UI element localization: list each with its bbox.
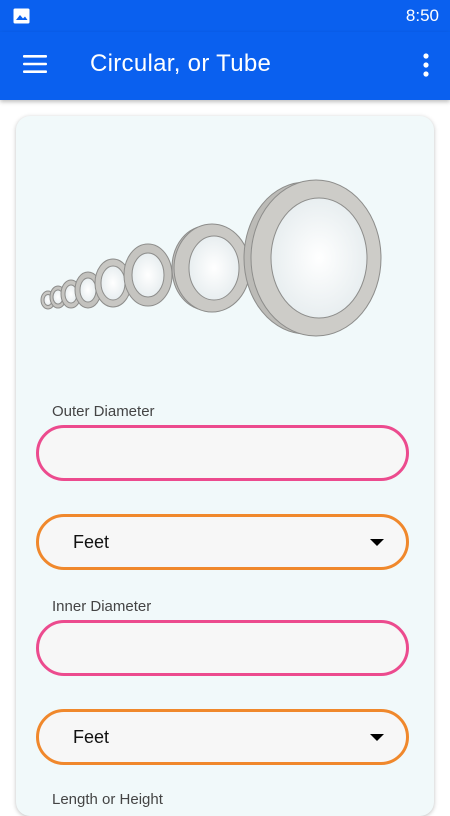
outer-diameter-unit-value: Feet	[73, 532, 110, 552]
dropdown-arrow-icon	[370, 539, 384, 546]
inner-diameter-unit-value: Feet	[73, 727, 110, 747]
more-vert-icon[interactable]	[422, 52, 430, 78]
inner-diameter-label: Inner Diameter	[52, 598, 152, 615]
status-bar: 8:50	[0, 0, 450, 32]
outer-diameter-input[interactable]	[39, 428, 406, 478]
inner-diameter-field[interactable]	[36, 620, 409, 676]
inner-diameter-unit-select[interactable]: Feet	[36, 709, 409, 765]
outer-diameter-field[interactable]	[36, 425, 409, 481]
menu-icon[interactable]	[23, 54, 47, 74]
concrete-pipes-image	[40, 179, 382, 337]
outer-diameter-unit-select[interactable]: Feet	[36, 514, 409, 570]
inner-diameter-input[interactable]	[39, 623, 406, 673]
image-icon	[13, 8, 30, 24]
app-bar: Circular, or Tube	[0, 32, 450, 100]
outer-diameter-label: Outer Diameter	[52, 403, 155, 420]
page-title: Circular, or Tube	[90, 50, 272, 77]
status-time: 8:50	[405, 6, 439, 25]
dropdown-arrow-icon	[370, 734, 384, 741]
calculator-card: Outer Diameter Feet Inner Diameter Feet …	[16, 116, 434, 816]
